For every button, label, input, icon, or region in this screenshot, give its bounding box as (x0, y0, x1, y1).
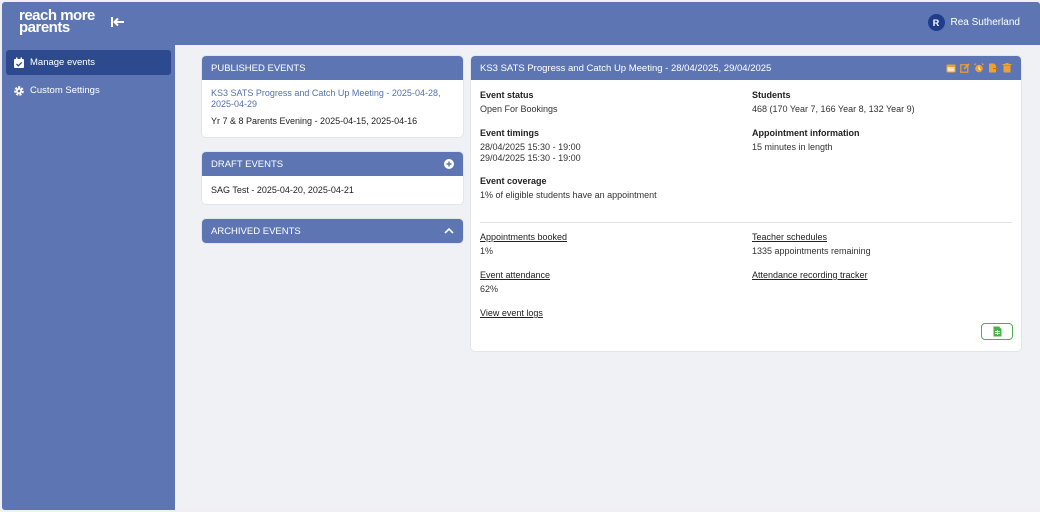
published-events-list: KS3 SATS Progress and Catch Up Meeting -… (202, 80, 463, 137)
top-bar: reach more parents R Rea Sutherland (2, 2, 1040, 45)
published-events-header: PUBLISHED EVENTS (202, 56, 463, 80)
event-attendance-value: 62% (480, 284, 499, 294)
teacher-schedules-value: 1335 appointments remaining (752, 246, 871, 256)
students-value: 468 (170 Year 7, 166 Year 8, 132 Year 9) (752, 104, 915, 114)
event-timing-row: 28/04/2025 15:30 - 19:00 (480, 142, 581, 152)
user-menu[interactable]: R Rea Sutherland (927, 14, 1021, 31)
published-events-card: PUBLISHED EVENTS KS3 SATS Progress and C… (202, 56, 463, 137)
attendance-tracker-block: Attendance recording tracker (752, 270, 868, 280)
appointment-info-value: 15 minutes in length (752, 142, 833, 152)
logo: reach more parents (19, 8, 95, 35)
draft-events-card: DRAFT EVENTS SAG Test - 2025-04-20, 2025… (202, 152, 463, 204)
sidebar-item-manage-events[interactable]: Manage events (6, 50, 171, 75)
collapse-sidebar-icon[interactable] (111, 15, 127, 31)
user-name: Rea Sutherland (950, 17, 1021, 28)
appointment-info-block: Appointment information 15 minutes in le… (752, 128, 860, 153)
event-name: SAG Test (211, 185, 249, 195)
list-item[interactable]: SAG Test - 2025-04-20, 2025-04-21 (211, 185, 454, 196)
export-report-button[interactable] (981, 323, 1013, 340)
archived-events-header[interactable]: ARCHIVED EVENTS (202, 219, 463, 243)
event-detail-card: KS3 SATS Progress and Catch Up Meeting -… (471, 56, 1021, 351)
event-actions (946, 63, 1012, 73)
event-status-value: Open For Bookings (480, 104, 558, 114)
spreadsheet-icon (993, 326, 1001, 337)
alarm-icon[interactable] (974, 63, 984, 73)
edit-icon[interactable] (960, 63, 970, 73)
app-frame: reach more parents R Rea Sutherland Mana… (2, 2, 1040, 510)
draft-events-title: DRAFT EVENTS (211, 158, 284, 170)
event-timing-row: 29/04/2025 15:30 - 19:00 (480, 153, 581, 163)
appointments-booked-value: 1% (480, 246, 494, 256)
export-icon[interactable] (988, 63, 998, 73)
appointment-info-label: Appointment information (752, 128, 860, 138)
students-label: Students (752, 90, 791, 100)
sidebar-item-custom-settings[interactable]: Custom Settings (6, 78, 171, 103)
draft-events-list: SAG Test - 2025-04-20, 2025-04-21 (202, 176, 463, 204)
archived-events-title: ARCHIVED EVENTS (211, 225, 301, 237)
list-item[interactable]: KS3 SATS Progress and Catch Up Meeting -… (211, 88, 454, 110)
attendance-tracker-link[interactable]: Attendance recording tracker (752, 270, 868, 280)
event-attendance-block: Event attendance 62% (480, 270, 550, 295)
event-logs-block: View event logs (480, 308, 543, 318)
event-timings-block: Event timings 28/04/2025 15:30 - 19:00 2… (480, 128, 581, 164)
avatar: R (927, 14, 945, 31)
draft-events-header: DRAFT EVENTS (202, 152, 463, 176)
event-name: Yr 7 & 8 Parents Evening (211, 116, 313, 126)
appointments-booked-link[interactable]: Appointments booked (480, 232, 567, 242)
calendar-check-icon (14, 57, 24, 68)
archived-events-card[interactable]: ARCHIVED EVENTS (202, 219, 463, 243)
event-dates: - 2025-04-20, 2025-04-21 (248, 185, 354, 195)
students-block: Students 468 (170 Year 7, 166 Year 8, 13… (752, 90, 915, 115)
event-coverage-block: Event coverage 1% of eligible students h… (480, 176, 657, 201)
calendar-icon[interactable] (946, 63, 956, 73)
gear-icon (14, 85, 24, 96)
event-attendance-link[interactable]: Event attendance (480, 270, 550, 280)
event-detail-header: KS3 SATS Progress and Catch Up Meeting -… (471, 56, 1021, 80)
sidebar: Manage events Custom Settings (2, 45, 175, 510)
add-circle-icon[interactable] (444, 159, 454, 169)
event-status-label: Event status (480, 90, 534, 100)
published-events-title: PUBLISHED EVENTS (211, 62, 306, 74)
divider (480, 222, 1012, 223)
event-coverage-value: 1% of eligible students have an appointm… (480, 190, 657, 200)
sidebar-item-label: Manage events (30, 57, 95, 68)
event-timings-label: Event timings (480, 128, 540, 138)
chevron-up-icon[interactable] (444, 227, 454, 235)
sidebar-item-label: Custom Settings (30, 85, 100, 96)
event-status-block: Event status Open For Bookings (480, 90, 558, 115)
event-detail-title: KS3 SATS Progress and Catch Up Meeting -… (480, 62, 772, 74)
view-event-logs-link[interactable]: View event logs (480, 308, 543, 318)
appointments-booked-block: Appointments booked 1% (480, 232, 567, 257)
event-coverage-label: Event coverage (480, 176, 547, 186)
event-dates: - 2025-04-15, 2025-04-16 (312, 116, 418, 126)
event-name: KS3 SATS Progress and Catch Up Meeting (211, 88, 384, 98)
teacher-schedules-link[interactable]: Teacher schedules (752, 232, 871, 242)
trash-icon[interactable] (1002, 63, 1012, 73)
teacher-schedules-block: Teacher schedules 1335 appointments rema… (752, 232, 871, 257)
list-item[interactable]: Yr 7 & 8 Parents Evening - 2025-04-15, 2… (211, 116, 454, 127)
